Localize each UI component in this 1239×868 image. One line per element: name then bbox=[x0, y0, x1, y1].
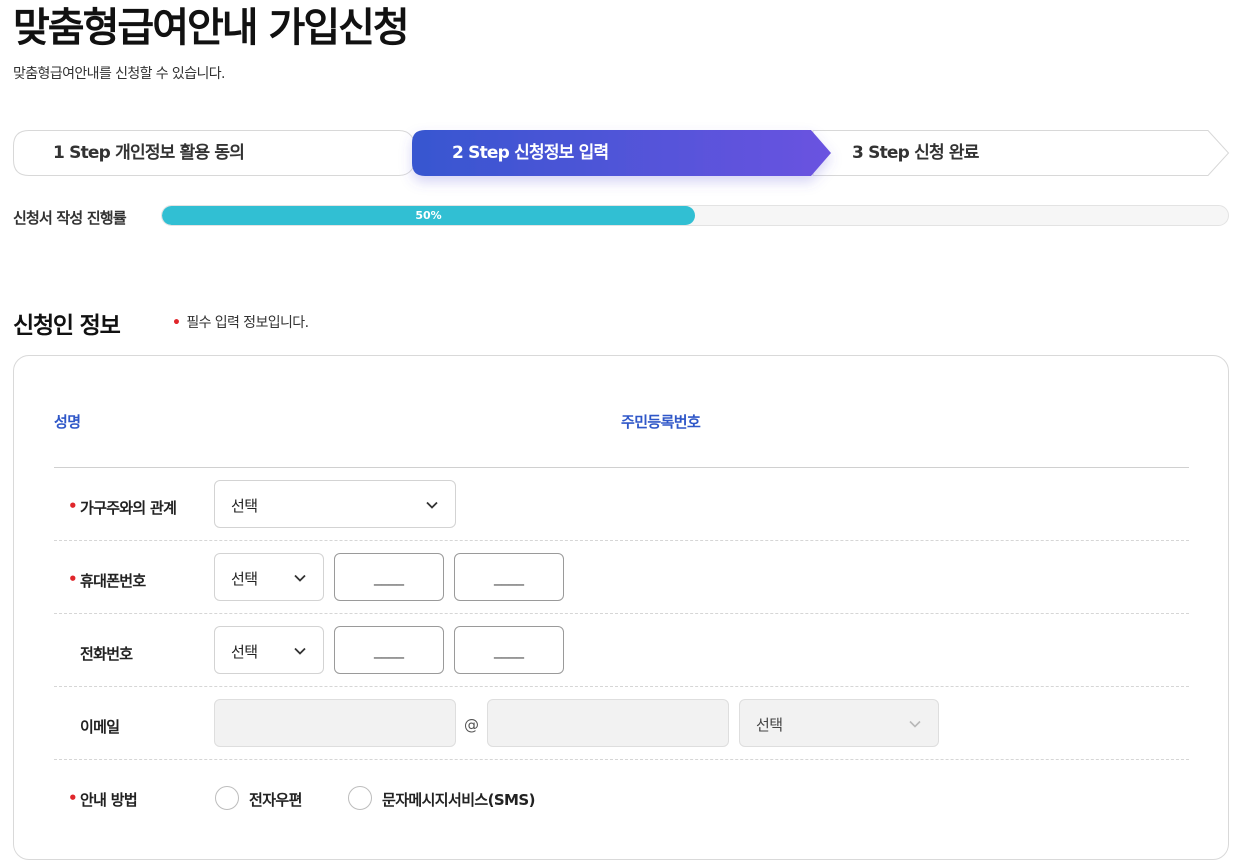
page-subtitle: 맞춤형급여안내를 신청할 수 있습니다. bbox=[13, 66, 225, 82]
mobile-middle-input[interactable]: ____ bbox=[334, 553, 444, 601]
radio-email-label: 전자우편 bbox=[249, 791, 302, 809]
chevron-down-icon bbox=[909, 720, 921, 728]
email-domain-select-value: 선택 bbox=[756, 716, 783, 734]
relation-label: • 가구주와의 관계 bbox=[68, 497, 177, 518]
notice-method-row: • 안내 방법 전자우편 문자메시지서비스(SMS) bbox=[54, 760, 1189, 833]
mobile-prefix-select[interactable]: 선택 bbox=[214, 553, 324, 601]
required-dot: • bbox=[172, 315, 181, 331]
email-label: 이메일 bbox=[80, 716, 120, 737]
required-dot: • bbox=[68, 497, 78, 515]
mobile-label-text: 휴대폰번호 bbox=[80, 572, 146, 590]
rrn-label: 주민등록번호 bbox=[621, 413, 701, 431]
applicant-form-card: 성명 주민등록번호 • 가구주와의 관계 선택 • 휴대폰번호 선택 ____ __… bbox=[13, 355, 1229, 860]
relation-row: • 가구주와의 관계 선택 bbox=[54, 468, 1189, 541]
required-note: • 필수 입력 정보입니다. bbox=[172, 312, 309, 332]
chevron-down-icon bbox=[426, 501, 438, 509]
radio-email[interactable] bbox=[215, 786, 239, 810]
at-sign: @ bbox=[464, 716, 479, 734]
step-2-label: 2 Step 신청정보 입력 bbox=[452, 143, 609, 163]
required-dot: • bbox=[68, 789, 78, 807]
step-3-label: 3 Step 신청 완료 bbox=[852, 143, 979, 163]
chevron-down-icon bbox=[294, 647, 306, 655]
phone-prefix-value: 선택 bbox=[231, 643, 258, 661]
mobile-label: • 휴대폰번호 bbox=[68, 570, 146, 591]
phone-row: 전화번호 선택 ____ ____ bbox=[54, 614, 1189, 687]
email-domain-input[interactable] bbox=[487, 699, 729, 747]
mobile-last-input[interactable]: ____ bbox=[454, 553, 564, 601]
email-local-input[interactable] bbox=[214, 699, 456, 747]
progress-bar: 50% bbox=[161, 205, 1229, 226]
chevron-down-icon bbox=[294, 574, 306, 582]
page-title: 맞춤형급여안내 가입신청 bbox=[13, 5, 410, 51]
phone-label: 전화번호 bbox=[80, 643, 133, 664]
phone-last-input[interactable]: ____ bbox=[454, 626, 564, 674]
email-domain-select[interactable]: 선택 bbox=[739, 699, 939, 747]
mobile-prefix-value: 선택 bbox=[231, 570, 258, 588]
phone-prefix-select[interactable]: 선택 bbox=[214, 626, 324, 674]
phone-label-text: 전화번호 bbox=[80, 645, 133, 663]
required-note-text: 필수 입력 정보입니다. bbox=[186, 315, 309, 331]
progress-value: 50% bbox=[415, 209, 442, 222]
relation-label-text: 가구주와의 관계 bbox=[80, 499, 177, 517]
progress-label: 신청서 작성 진행률 bbox=[13, 209, 127, 227]
notice-method-label: • 안내 방법 bbox=[68, 789, 138, 810]
step-1-label: 1 Step 개인정보 활용 동의 bbox=[53, 143, 245, 163]
notice-method-label-text: 안내 방법 bbox=[80, 791, 138, 809]
radio-sms[interactable] bbox=[348, 786, 372, 810]
radio-sms-label: 문자메시지서비스(SMS) bbox=[382, 791, 535, 809]
relation-select-value: 선택 bbox=[231, 497, 258, 515]
mobile-row: • 휴대폰번호 선택 ____ ____ bbox=[54, 541, 1189, 614]
step-indicator: 1 Step 개인정보 활용 동의 2 Step 신청정보 입력 3 Step … bbox=[13, 130, 1230, 176]
section-title: 신청인 정보 bbox=[13, 313, 121, 339]
name-label: 성명 bbox=[54, 413, 81, 431]
required-dot: • bbox=[68, 570, 78, 588]
relation-select[interactable]: 선택 bbox=[214, 480, 456, 528]
email-row: 이메일 @ 선택 bbox=[54, 687, 1189, 760]
phone-middle-input[interactable]: ____ bbox=[334, 626, 444, 674]
email-label-text: 이메일 bbox=[80, 718, 120, 736]
